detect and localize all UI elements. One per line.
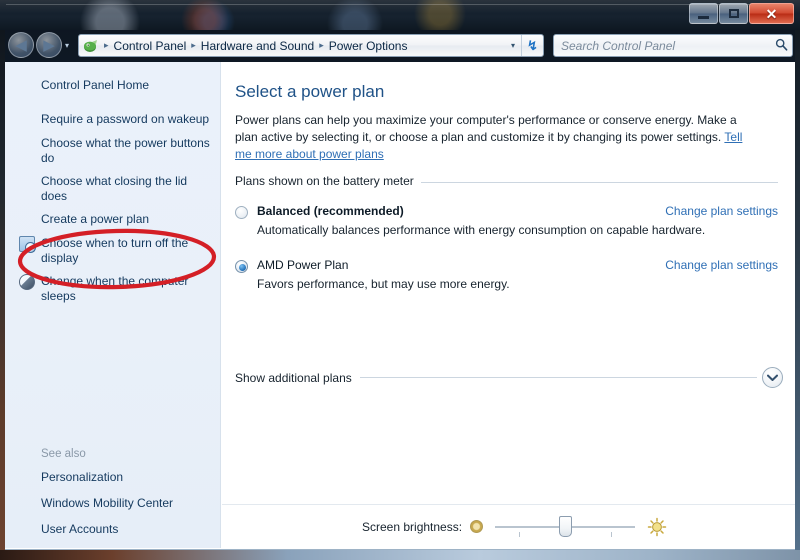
breadcrumb-item-hardware-and-sound[interactable]: Hardware and Sound: [198, 38, 317, 54]
see-also-label: Windows Mobility Center: [41, 496, 174, 510]
forward-button[interactable]: ▶: [36, 32, 62, 58]
sidebar: Control Panel Home Require a password on…: [5, 62, 221, 548]
maximize-button[interactable]: [719, 3, 748, 24]
plan-radio-balanced[interactable]: [235, 206, 248, 219]
close-button[interactable]: ✕: [749, 3, 794, 24]
breadcrumb-separator-0: ▸: [104, 40, 109, 50]
dim-sun-icon: [470, 520, 484, 533]
show-additional-plans-button[interactable]: [762, 367, 783, 388]
recent-pages-caret-icon[interactable]: ▾: [65, 41, 69, 50]
sidebar-item-label: Require a password on wakeup: [41, 112, 210, 126]
slider-tick: [519, 531, 521, 537]
breadcrumb-separator-2: ▸: [319, 40, 324, 50]
show-additional-divider: [342, 377, 757, 378]
window-frame-bottom: [0, 550, 800, 560]
breadcrumb: ▸ Control Panel ▸ Hardware and Sound ▸ P…: [99, 38, 511, 54]
navigation-bar: ◀ ▶ ▾ ▸ Control Panel ▸ Hardware and Sou…: [0, 30, 800, 62]
breadcrumb-separator-1: ▸: [191, 40, 196, 50]
chevron-down-icon: [767, 374, 778, 381]
sidebar-item-closing-lid[interactable]: Choose what closing the lid does: [5, 174, 221, 204]
back-arrow-icon: ◀: [15, 36, 27, 54]
sidebar-item-label: Choose what the power buttons do: [41, 136, 210, 165]
sidebar-item-label: Choose when to turn off the display: [41, 236, 189, 265]
address-dropdown-icon[interactable]: ▾: [511, 41, 521, 50]
close-icon: ✕: [765, 5, 778, 22]
display-icon: [19, 236, 36, 253]
plan-name: Balanced (recommended): [257, 204, 404, 218]
see-also-label: Personalization: [41, 470, 124, 484]
sidebar-item-computer-sleeps[interactable]: Change when the computer sleeps: [5, 274, 221, 304]
power-options-window: ✕ ◀ ▶ ▾ ▸ Control Panel ▸ Hardware and S…: [0, 0, 800, 560]
plan-description: Automatically balances performance with …: [257, 223, 706, 237]
client-area: ? Control Panel Home Require a password …: [4, 62, 796, 550]
search-input[interactable]: Search Control Panel: [554, 39, 770, 53]
plan-description: Favors performance, but may use more ene…: [257, 277, 510, 291]
main-content: Select a power plan Power plans can help…: [222, 62, 795, 548]
intro-text: Power plans can help you maximize your c…: [235, 113, 737, 144]
forward-arrow-icon: ▶: [43, 36, 55, 54]
sidebar-item-label: Change when the computer sleeps: [41, 274, 189, 303]
sidebar-item-create-power-plan[interactable]: Create a power plan: [5, 212, 221, 228]
see-also-list: Personalization Windows Mobility Center …: [5, 470, 221, 548]
window-controls: ✕: [688, 3, 794, 24]
sidebar-item-control-panel-home[interactable]: Control Panel Home: [41, 78, 149, 92]
slider-thumb[interactable]: [559, 515, 573, 537]
plan-radio-amd[interactable]: [235, 260, 248, 273]
brightness-slider[interactable]: [495, 514, 636, 540]
plan-name: AMD Power Plan: [257, 258, 349, 272]
title-bar: ✕: [0, 0, 800, 30]
refresh-icon: ↯: [527, 37, 538, 53]
refresh-button[interactable]: ↯: [521, 35, 543, 56]
sidebar-item-user-accounts[interactable]: User Accounts: [5, 522, 221, 538]
see-also-label: User Accounts: [41, 522, 119, 536]
intro-paragraph: Power plans can help you maximize your c…: [235, 112, 750, 163]
nav-buttons: ◀ ▶ ▾: [8, 32, 69, 58]
title-bar-hairline: [6, 4, 794, 5]
change-plan-settings-link-amd[interactable]: Change plan settings: [665, 258, 778, 272]
address-bar[interactable]: ▸ Control Panel ▸ Hardware and Sound ▸ P…: [78, 34, 544, 57]
sidebar-item-label: Create a power plan: [41, 212, 150, 226]
brightness-label: Screen brightness:: [362, 519, 463, 534]
control-panel-icon: [83, 38, 99, 54]
breadcrumb-item-power-options[interactable]: Power Options: [326, 38, 411, 54]
search-icon: [770, 38, 792, 54]
back-button[interactable]: ◀: [8, 32, 34, 58]
sidebar-item-personalization[interactable]: Personalization: [5, 470, 221, 486]
show-additional-plans-label[interactable]: Show additional plans: [235, 371, 360, 385]
minimize-icon: [698, 15, 709, 19]
sidebar-item-require-password[interactable]: Require a password on wakeup: [5, 112, 221, 128]
brightness-bar: Screen brightness:: [222, 504, 795, 548]
sidebar-item-windows-mobility-center[interactable]: Windows Mobility Center: [5, 496, 221, 512]
bright-sun-icon: [647, 517, 667, 537]
minimize-button[interactable]: [689, 3, 718, 24]
sleep-icon: [19, 274, 35, 290]
section-label: Plans shown on the battery meter: [235, 174, 421, 188]
window-frame-left: [0, 30, 5, 555]
sidebar-item-label: Choose what closing the lid does: [41, 174, 188, 203]
page-title: Select a power plan: [235, 82, 385, 101]
sidebar-item-turn-off-display[interactable]: Choose when to turn off the display: [5, 236, 221, 266]
sidebar-task-list: Require a password on wakeup Choose what…: [5, 112, 221, 312]
breadcrumb-item-control-panel[interactable]: Control Panel: [111, 38, 190, 54]
maximize-icon: [728, 9, 739, 18]
search-box[interactable]: Search Control Panel: [553, 34, 793, 57]
change-plan-settings-link-balanced[interactable]: Change plan settings: [665, 204, 778, 218]
slider-tick: [611, 531, 613, 537]
see-also-heading: See also: [41, 448, 86, 460]
sidebar-item-power-buttons[interactable]: Choose what the power buttons do: [5, 136, 221, 166]
window-frame-right: [795, 30, 800, 555]
